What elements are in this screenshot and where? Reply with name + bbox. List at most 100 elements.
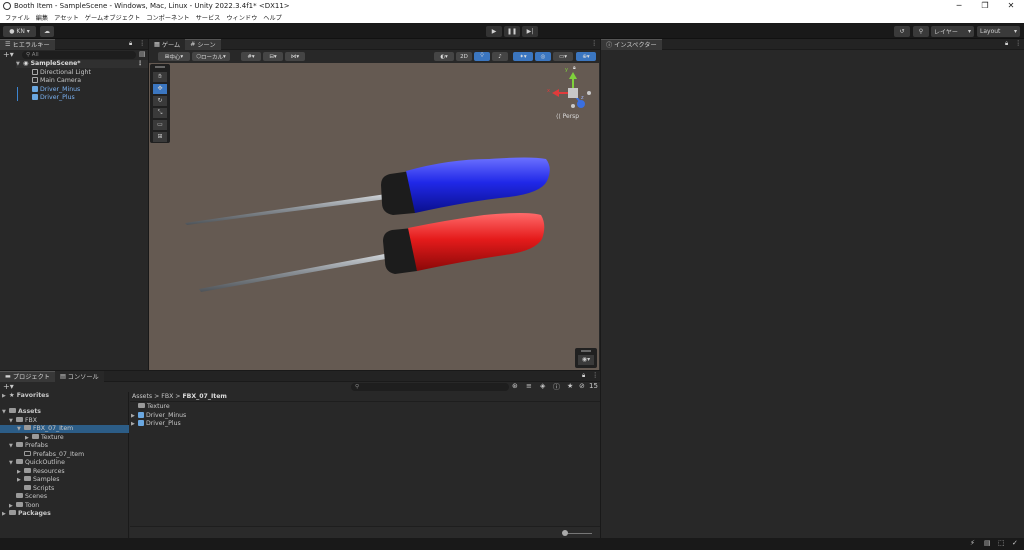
filter-icon[interactable]: ▤ <box>139 50 146 58</box>
hierarchy-item[interactable]: Directional Light <box>32 68 91 77</box>
rect-tool[interactable]: ▭ <box>153 120 167 130</box>
tab-console[interactable]: ▤ コンソール <box>54 370 104 382</box>
file-row[interactable]: Texture <box>138 403 170 411</box>
more-icon[interactable]: ⋮ <box>139 40 145 47</box>
check-icon[interactable]: ✓ <box>1012 539 1018 547</box>
scene-viewport[interactable]: 🔒︎ y x z ⟨⟨ Persp ✋︎ ✥ ↻ ⤡ ▭ ⊞ ◉▾ <box>149 63 599 370</box>
tree-prefabs-07-item[interactable]: Prefabs_07_Item <box>24 450 84 459</box>
tree-packages[interactable]: ▶ Packages <box>2 510 51 518</box>
auto-generate-lighting-icon[interactable]: ⚡︎ <box>970 539 975 547</box>
tree-samples[interactable]: ▶ Samples <box>17 476 59 484</box>
gizmos-button[interactable]: ⊕▾ <box>576 52 596 61</box>
menu-component[interactable]: コンポーネント <box>146 13 189 22</box>
add-icon[interactable]: +▾ <box>3 382 14 391</box>
breadcrumb-current[interactable]: FBX_07_Item <box>182 393 226 400</box>
increment-snap-button[interactable]: ⊟▾ <box>263 52 283 61</box>
mode-2d-button[interactable]: 2D <box>456 52 472 61</box>
tab-game[interactable]: ▦ ゲーム <box>149 38 186 50</box>
tree-prefabs[interactable]: ▼ Prefabs <box>9 442 48 450</box>
breadcrumb-fbx[interactable]: FBX <box>161 393 173 400</box>
filter-icon[interactable]: ≡ <box>526 382 532 390</box>
menu-services[interactable]: サービス <box>196 13 221 22</box>
file-row[interactable]: ▶ Driver_Plus <box>131 420 181 428</box>
star-icon[interactable]: ★ <box>567 382 573 390</box>
tree-toon[interactable]: ▶ Toon <box>9 501 39 510</box>
menu-help[interactable]: ヘルプ <box>263 13 282 22</box>
menu-assets[interactable]: アセット <box>54 13 79 22</box>
hierarchy-item[interactable]: Main Camera <box>32 77 81 85</box>
more-icon[interactable]: ⋮ <box>592 372 598 379</box>
transform-tool[interactable]: ⊞ <box>153 132 167 142</box>
label-icon[interactable]: ◈ <box>540 382 545 390</box>
history-button[interactable]: ↺ <box>894 25 910 37</box>
lighting-toggle[interactable]: 💡︎ <box>474 52 490 61</box>
layers-dropdown[interactable]: レイヤー ▾ <box>931 25 974 37</box>
bake-icon[interactable]: ⬚ <box>998 539 1005 547</box>
audio-toggle[interactable]: ♪ <box>492 52 508 61</box>
close-button[interactable]: ✕ <box>998 0 1024 12</box>
play-button[interactable]: ▶ <box>486 25 502 37</box>
breadcrumb-assets[interactable]: Assets <box>132 393 152 400</box>
overlay-handle[interactable] <box>581 350 591 352</box>
step-button[interactable]: ▶| <box>522 25 538 37</box>
tree-assets[interactable]: ▼ Assets <box>2 408 41 416</box>
tab-inspector[interactable]: ⓘ インスペクター <box>601 38 662 50</box>
layout-dropdown[interactable]: Layout ▾ <box>977 25 1020 37</box>
tab-hierarchy[interactable]: ☰ ヒエラルキー <box>0 38 55 50</box>
pivot-dropdown[interactable]: ⊞ 中心 ▾ <box>158 52 190 61</box>
gizmo-lock-icon[interactable]: 🔒︎ <box>573 65 576 71</box>
draw-mode-button[interactable]: ◐▾ <box>434 52 454 61</box>
minimize-button[interactable]: ─ <box>946 0 972 12</box>
camera-button[interactable]: ▭▾ <box>553 52 573 61</box>
hand-tool[interactable]: ✋︎ <box>153 72 167 82</box>
hierarchy-search-input[interactable]: ⚲ All <box>22 51 136 59</box>
more-icon[interactable]: ⋮ <box>1015 40 1021 47</box>
grid-snap-button[interactable]: #▾ <box>241 52 261 61</box>
scale-tool[interactable]: ⤡ <box>153 108 167 118</box>
effects-toggle[interactable]: ✦▾ <box>513 52 533 61</box>
menu-edit[interactable]: 編集 <box>36 13 48 22</box>
zoom-slider-track[interactable] <box>564 533 592 534</box>
lock-icon[interactable]: 🔒︎ <box>582 372 585 380</box>
more-icon[interactable]: ⋮ <box>137 60 143 68</box>
tree-scripts[interactable]: Scripts <box>24 484 54 493</box>
move-tool[interactable]: ✥ <box>153 84 167 94</box>
driver-plus-model[interactable] <box>199 213 545 292</box>
tree-fbx-07-item[interactable]: ▼ FBX_07_Item <box>0 425 129 434</box>
menu-window[interactable]: ウィンドウ <box>226 13 257 22</box>
tree-texture[interactable]: ▶ Texture <box>25 433 64 442</box>
cloud-button[interactable]: ☁ <box>40 25 54 37</box>
lock-icon[interactable]: 🔒︎ <box>129 40 132 48</box>
render-mode-button[interactable]: ⋈▾ <box>285 52 305 61</box>
file-row[interactable]: ▶ Driver_Minus <box>131 411 186 420</box>
overlay-handle[interactable] <box>155 66 165 68</box>
hierarchy-item[interactable]: Driver_Minus <box>32 85 80 94</box>
account-button[interactable]: ● KN ▾ <box>3 25 36 37</box>
persp-label[interactable]: ⟨⟨ Persp <box>556 113 579 120</box>
tab-scene[interactable]: # シーン <box>185 38 221 50</box>
scene-row[interactable]: ▼ ◉ SampleScene* ⋮ <box>16 60 148 69</box>
add-icon[interactable]: +▾ <box>3 50 14 59</box>
hidden-packages-icon[interactable]: ⊘ <box>579 382 585 390</box>
tree-scenes[interactable]: Scenes <box>16 493 47 501</box>
space-dropdown[interactable]: ⬡ ローカル ▾ <box>192 52 230 61</box>
tree-resources[interactable]: ▶ Resources <box>17 467 65 476</box>
rotate-tool[interactable]: ↻ <box>153 96 167 106</box>
lock-icon[interactable]: 🔒︎ <box>1005 40 1008 48</box>
project-search-input[interactable]: ⚲ <box>351 383 509 391</box>
tree-quickoutline[interactable]: ▼ QuickOutline <box>9 459 65 467</box>
hierarchy-item[interactable]: Driver_Plus <box>32 94 75 102</box>
search-by-type-icon[interactable]: ⊛ <box>512 382 518 390</box>
visibility-toggle[interactable]: ◎ <box>535 52 551 61</box>
menu-file[interactable]: ファイル <box>5 13 30 22</box>
menu-gameobject[interactable]: ゲームオブジェクト <box>85 13 141 22</box>
orientation-gizmo[interactable] <box>552 72 591 108</box>
tree-favorites[interactable]: ▶ ★ Favorites <box>2 392 49 400</box>
maximize-button[interactable]: ❐ <box>972 0 998 12</box>
pause-button[interactable]: ❚❚ <box>504 25 520 37</box>
info-icon[interactable]: ⓘ <box>553 382 560 392</box>
tab-project[interactable]: ▬ プロジェクト <box>0 370 55 382</box>
camera-settings-button[interactable]: ◉▾ <box>578 355 594 365</box>
zoom-slider-thumb[interactable] <box>562 530 568 536</box>
progress-icon[interactable]: ▤ <box>984 539 991 547</box>
